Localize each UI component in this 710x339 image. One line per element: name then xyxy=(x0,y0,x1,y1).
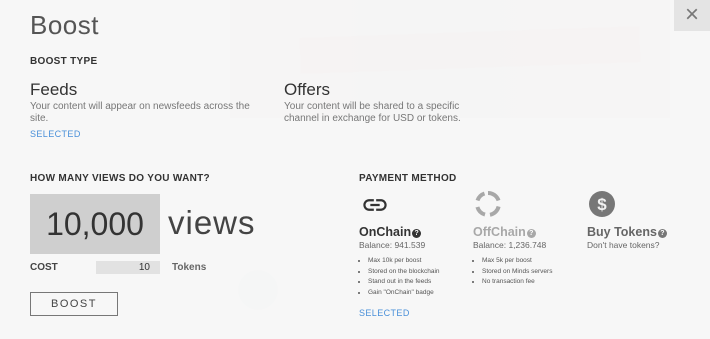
help-icon[interactable]: ? xyxy=(526,229,536,238)
cost-label: COST xyxy=(30,262,58,273)
boost-button[interactable]: BOOST xyxy=(30,292,118,316)
feeds-selected-badge: SELECTED xyxy=(30,129,81,139)
modal-title: Boost xyxy=(30,10,99,40)
cost-value: 10 xyxy=(96,261,160,274)
payment-method-label: PAYMENT METHOD xyxy=(359,173,457,184)
dollar-icon[interactable]: $ xyxy=(588,190,616,218)
onchain-title[interactable]: OnChain? xyxy=(359,225,422,239)
close-icon[interactable]: × xyxy=(685,1,699,28)
list-item: Stand out in the feeds xyxy=(368,277,440,288)
offchain-title[interactable]: OffChain? xyxy=(473,225,536,239)
feeds-title[interactable]: Feeds xyxy=(30,80,77,100)
onchain-name: OnChain xyxy=(359,225,412,239)
list-item: Gain "OnChain" badge xyxy=(368,288,440,299)
boost-type-label: BOOST TYPE xyxy=(30,56,98,67)
offers-description: Your content will be shared to a specifi… xyxy=(284,101,461,124)
buy-tokens-subtitle: Don't have tokens? xyxy=(587,240,660,250)
views-unit-label: views xyxy=(168,204,256,241)
feeds-description: Your content will appear on newsfeeds ac… xyxy=(30,101,250,124)
buy-tokens-title[interactable]: Buy Tokens? xyxy=(587,225,667,239)
list-item: Max 10k per boost xyxy=(368,256,440,267)
help-icon[interactable]: ? xyxy=(657,229,667,238)
offers-title[interactable]: Offers xyxy=(284,80,330,100)
list-item: Max 5k per boost xyxy=(482,256,552,267)
help-icon[interactable]: ? xyxy=(412,229,422,238)
boost-modal: × Boost BOOST TYPE Feeds Your content wi… xyxy=(0,0,710,339)
onchain-selected-badge: SELECTED xyxy=(359,308,410,318)
onchain-features: Max 10k per boost Stored on the blockcha… xyxy=(359,256,440,298)
onchain-balance: Balance: 941.539 xyxy=(359,240,426,250)
svg-text:$: $ xyxy=(597,195,607,214)
offchain-circle-icon[interactable] xyxy=(474,190,502,218)
buy-tokens-name: Buy Tokens xyxy=(587,225,657,239)
views-label: HOW MANY VIEWS DO YOU WANT? xyxy=(30,173,210,184)
offchain-name: OffChain xyxy=(473,225,526,239)
list-item: Stored on Minds servers xyxy=(482,267,552,278)
close-button[interactable]: × xyxy=(674,0,710,31)
cost-unit-label: Tokens xyxy=(172,262,207,273)
list-item: Stored on the blockchain xyxy=(368,267,440,278)
views-input[interactable]: 10,000 xyxy=(30,194,160,254)
list-item: No transaction fee xyxy=(482,277,552,288)
offchain-balance: Balance: 1,236.748 xyxy=(473,240,547,250)
link-icon[interactable] xyxy=(361,191,389,219)
offchain-features: Max 5k per boost Stored on Minds servers… xyxy=(473,256,552,288)
